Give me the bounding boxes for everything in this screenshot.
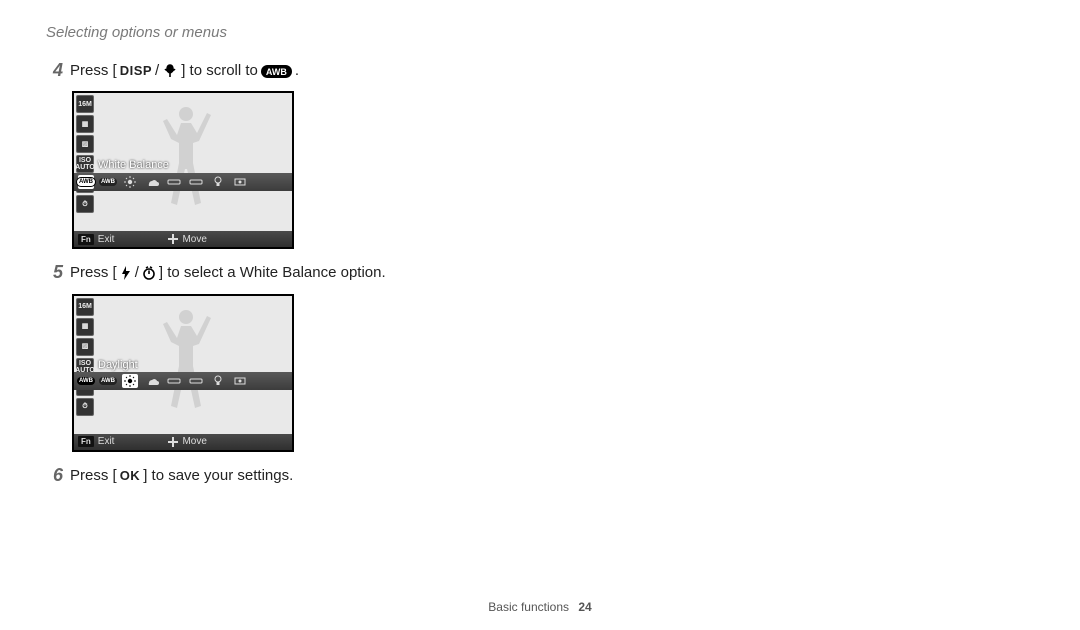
side-icon-ev: ▨ [76,338,94,356]
wb-option-daylight[interactable] [122,175,138,189]
flash-icon [120,266,132,280]
fn-label: Fn [78,436,94,447]
wb-option-daylight[interactable] [122,374,138,388]
move-label: Move [182,234,206,245]
wb-option-fluorescent-l[interactable] [188,374,204,388]
wb-option-cloudy[interactable] [144,374,160,388]
macro-icon [162,64,178,78]
step-number: 4 [46,61,70,81]
awb-icon: AWB [261,65,292,78]
wb-option-strip: AWB AWB [74,372,292,390]
step-4-text: Press [ DISP / ] to scroll to AWB . [70,61,299,81]
text: . [295,61,299,81]
lcd-side-icons: 16M ▦ ▨ ISOAUTO ⚡ ⏱ [74,93,96,231]
dpad-icon [168,437,178,447]
step-6-text: Press [ OK ] to save your settings. [70,466,293,486]
text: Press [ [70,61,117,81]
wb-option-strip: AWB AWB [74,173,292,191]
side-icon-timer: ⏱ [76,195,94,213]
lcd-mode-label: Daylight [98,359,138,371]
wb-option-awb2[interactable]: AWB [100,374,116,388]
step-number: 5 [46,263,70,283]
side-icon-size: 16M [76,298,94,316]
wb-option-awb[interactable]: AWB [78,374,94,388]
slash: / [135,263,139,283]
wb-option-custom[interactable] [232,374,248,388]
exit-label: Exit [98,436,115,447]
side-icon-ev: ▨ [76,135,94,153]
step-4: 4 Press [ DISP / ] to scroll to AWB . [46,61,1034,81]
step-6: 6 Press [ OK ] to save your settings. [46,466,1034,486]
side-icon-iso: ISOAUTO [76,155,94,173]
side-icon-size: 16M [76,95,94,113]
lcd-bottom-bar: Fn Exit Move [74,231,292,247]
page-footer: Basic functions 24 [0,600,1080,614]
text: Press [ [70,263,117,283]
wb-option-awb2[interactable]: AWB [100,175,116,189]
wb-option-tungsten[interactable] [210,175,226,189]
wb-option-custom[interactable] [232,175,248,189]
wb-option-fluorescent-h[interactable] [166,374,182,388]
camera-screen-2: 16M ▦ ▨ ISOAUTO ⚡ ⏱ Daylight AWB AWB Fn … [72,294,294,452]
text: ] to save your settings. [143,466,293,486]
camera-screen-1: 16M ▦ ▨ ISOAUTO ⚡ ⏱ White Balance AWB AW… [72,91,294,249]
wb-option-fluorescent-l[interactable] [188,175,204,189]
fn-label: Fn [78,234,94,245]
wb-option-awb[interactable]: AWB [78,175,94,189]
wb-option-tungsten[interactable] [210,374,226,388]
text: ] to select a White Balance option. [159,263,386,283]
wb-option-fluorescent-h[interactable] [166,175,182,189]
side-icon-quality: ▦ [76,115,94,133]
dpad-icon [168,234,178,244]
lcd-bottom-bar: Fn Exit Move [74,434,292,450]
person-silhouette [151,304,221,434]
text: Press [ [70,466,117,486]
text: ] to scroll to [181,61,258,81]
lcd-mode-label: White Balance [98,159,169,171]
step-5-text: Press [ / ] to select a White Balance op… [70,263,386,283]
footer-page-number: 24 [578,600,591,614]
section-title: Selecting options or menus [46,24,1034,41]
move-label: Move [182,436,206,447]
timer-icon [142,266,156,280]
wb-option-cloudy[interactable] [144,175,160,189]
footer-section: Basic functions [488,600,569,614]
slash: / [155,61,159,81]
ok-button-label: OK [120,467,141,485]
step-5: 5 Press [ / ] to select a White Balance … [46,263,1034,283]
disp-button-label: DISP [120,62,152,80]
step-number: 6 [46,466,70,486]
exit-label: Exit [98,234,115,245]
side-icon-timer: ⏱ [76,398,94,416]
lcd-side-icons: 16M ▦ ▨ ISOAUTO ⚡ ⏱ [74,296,96,434]
side-icon-quality: ▦ [76,318,94,336]
